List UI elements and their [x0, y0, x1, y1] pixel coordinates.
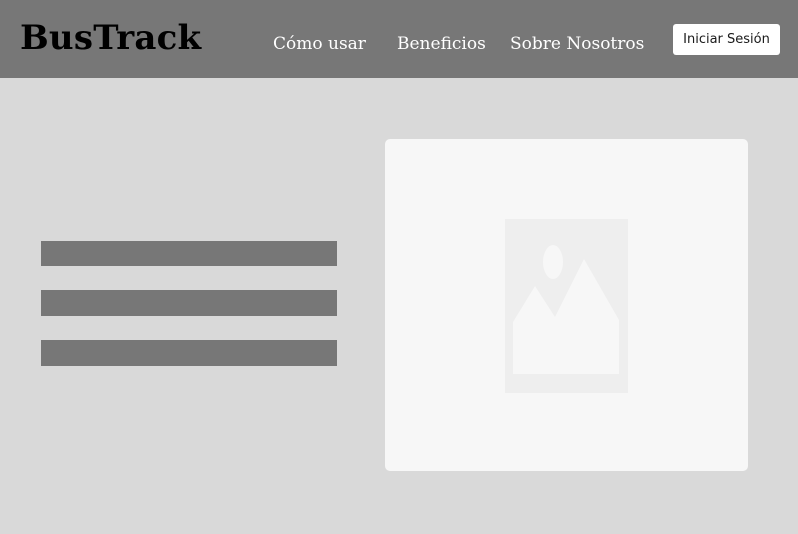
top-navbar: BusTrack Cómo usar Beneficios Sobre Noso… [0, 0, 798, 78]
text-placeholder-line [41, 340, 337, 366]
logo[interactable]: BusTrack [20, 18, 201, 58]
text-placeholder-line [41, 241, 337, 266]
nav-link-como-usar[interactable]: Cómo usar [273, 32, 366, 56]
nav-link-sobre-nosotros[interactable]: Sobre Nosotros [510, 32, 644, 56]
login-button[interactable]: Iniciar Sesión [673, 24, 780, 55]
nav-link-beneficios[interactable]: Beneficios [397, 32, 486, 56]
text-placeholder-line [41, 290, 337, 316]
image-placeholder-icon [505, 219, 628, 393]
hero-image-card [385, 139, 748, 471]
sun-shape [543, 245, 563, 279]
